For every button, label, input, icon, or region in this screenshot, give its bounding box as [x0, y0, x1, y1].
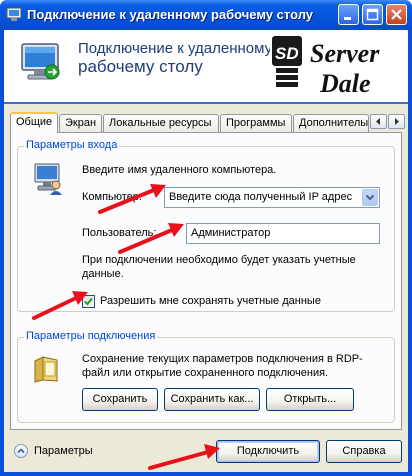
arrow-right-icon — [395, 118, 399, 125]
tab-scroll-left-button[interactable] — [370, 114, 387, 129]
connection-description-text: Сохранение текущих параметров подключени… — [82, 353, 363, 379]
open-button[interactable]: Открыть... — [266, 388, 354, 411]
computer-combobox[interactable]: Введите сюда полученный IP адрес — [164, 187, 380, 208]
general-tab-panel: Параметры входа Введите имя удаленного к… — [10, 132, 402, 430]
user-label: Пользователь: — [82, 227, 157, 239]
computer-connection-icon — [21, 43, 60, 80]
header-divider — [4, 102, 408, 104]
computer-prompt-text: Введите имя удаленного компьютера. — [82, 164, 277, 176]
login-settings-group-title: Параметры входа — [24, 139, 120, 151]
minimize-button[interactable] — [338, 4, 359, 25]
tab-programs[interactable]: Программы — [220, 114, 292, 132]
rdp-window: Подключение к удаленному рабочему столу … — [0, 0, 412, 476]
remote-desktop-icon — [6, 7, 22, 21]
connect-button[interactable]: Подключить — [216, 440, 320, 463]
save-as-button[interactable]: Сохранить как... — [164, 388, 260, 411]
computer-label: Компьютер: — [82, 191, 142, 203]
tab-scroll-right-button[interactable] — [388, 114, 405, 129]
chevron-down-icon — [365, 194, 375, 201]
user-field-value: Администратор — [191, 227, 271, 239]
user-field[interactable]: Администратор — [186, 223, 380, 244]
arrow-left-icon — [376, 118, 380, 125]
tab-general[interactable]: Общие — [10, 112, 58, 133]
options-label[interactable]: Параметры — [34, 445, 93, 457]
header-title-line2: рабочему столу — [78, 57, 203, 76]
maximize-button[interactable] — [362, 4, 383, 25]
tab-local-resources[interactable]: Локальные ресурсы — [103, 114, 219, 132]
help-button[interactable]: Справка — [326, 440, 402, 463]
tab-display[interactable]: Экран — [59, 114, 102, 132]
close-icon — [391, 9, 402, 20]
tab-advanced[interactable]: Дополнителы — [293, 114, 369, 132]
window-title: Подключение к удаленному рабочему столу — [27, 7, 314, 22]
save-credentials-label[interactable]: Разрешить мне сохранять учетные данные — [100, 295, 321, 307]
svg-text:SD: SD — [275, 44, 299, 63]
save-credentials-checkbox[interactable] — [82, 295, 95, 308]
header-title: Подключение к удаленному рабочему столу — [78, 40, 298, 76]
dialog-client: Подключение к удаленному рабочему столу … — [4, 30, 408, 472]
checkmark-icon — [84, 297, 93, 306]
computer-combobox-value: Введите сюда полученный IP адрес — [169, 191, 353, 203]
connection-settings-group: Параметры подключения Сохранение текущих… — [17, 330, 395, 423]
title-bar[interactable]: Подключение к удаленному рабочему столу — [0, 0, 412, 30]
connection-settings-group-title: Параметры подключения — [24, 330, 158, 342]
computer-user-icon — [34, 163, 62, 195]
svg-text:Dale: Dale — [319, 69, 371, 98]
close-button[interactable] — [386, 4, 407, 25]
computer-dropdown-button[interactable] — [362, 189, 378, 206]
save-button[interactable]: Сохранить — [82, 388, 158, 411]
credentials-note-text: При подключении необходимо будет указать… — [82, 254, 356, 280]
folder-icon — [34, 356, 58, 383]
svg-text:Server: Server — [310, 39, 380, 68]
serverdale-logo: SD Server Dale — [270, 32, 406, 98]
login-settings-group: Параметры входа Введите имя удаленного к… — [17, 139, 395, 312]
dialog-header: Подключение к удаленному рабочему столу … — [4, 30, 408, 102]
header-title-line1: Подключение к удаленному — [78, 40, 273, 57]
chevron-up-icon — [17, 448, 25, 454]
minimize-icon — [344, 17, 351, 20]
maximize-icon — [366, 8, 379, 21]
options-toggle-button[interactable] — [14, 444, 28, 458]
